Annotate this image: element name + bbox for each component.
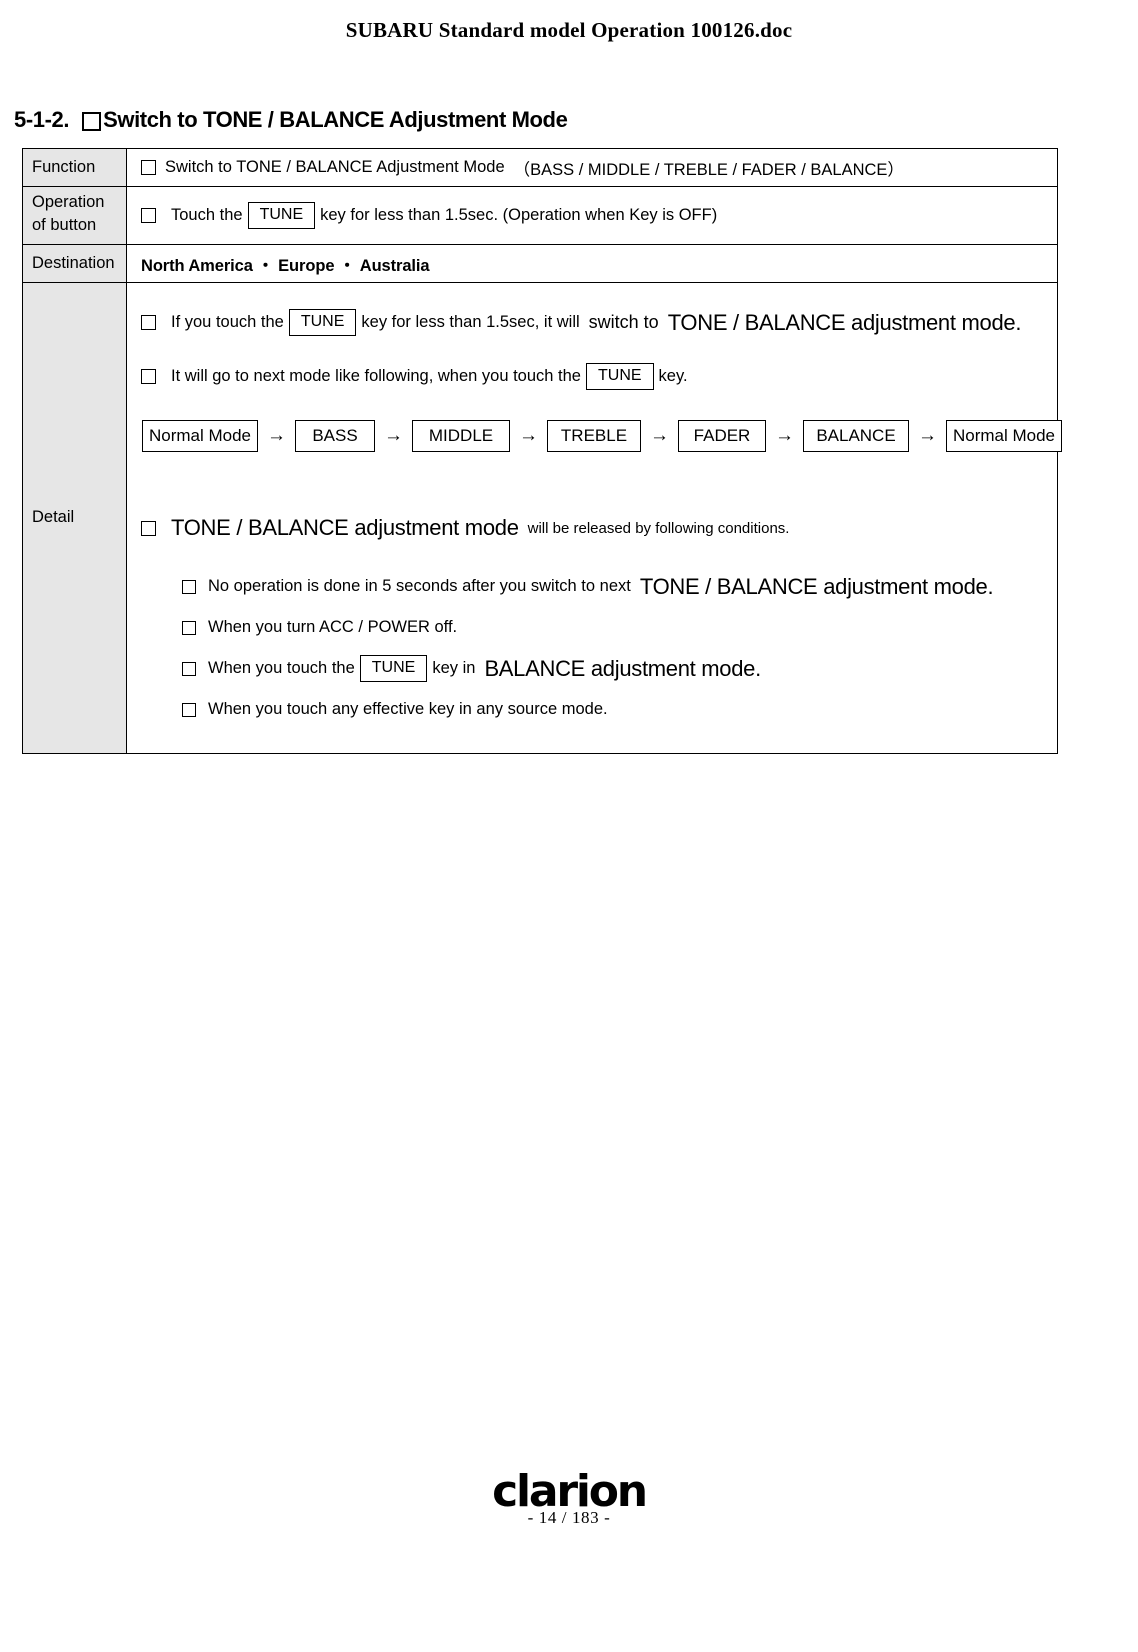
value-operation: Touch the TUNE key for less than 1.5sec.… xyxy=(126,186,1058,245)
table-row-detail: Detail If you touch the TUNE key for les… xyxy=(22,282,1062,754)
mode-flow-chain: Normal Mode → BASS → MIDDLE → TREBLE → F… xyxy=(142,420,1062,452)
function-paren: （BASS / MIDDLE / TREBLE / FADER / BALANC… xyxy=(513,160,904,179)
detail2-prefix: It will go to next mode like following, … xyxy=(171,367,581,385)
label-operation: Operation of button xyxy=(22,186,127,245)
value-function: Switch to TONE / BALANCE Adjustment Mode… xyxy=(126,148,1058,187)
arrow-icon: → xyxy=(267,424,286,446)
checkbox-icon xyxy=(182,579,196,594)
arrow-icon: → xyxy=(650,424,669,446)
spec-table: Function Switch to TONE / BALANCE Adjust… xyxy=(22,148,1062,754)
chain-node-bass: BASS xyxy=(295,420,375,452)
function-text: Switch to TONE / BALANCE Adjustment Mode xyxy=(165,158,505,176)
tune-key-box[interactable]: TUNE xyxy=(288,309,357,336)
value-destination: North America ・ Europe ・ Australia xyxy=(126,244,1058,283)
section-heading: 5-1-2. Switch to TONE / BALANCE Adjustme… xyxy=(14,107,568,133)
destination-text: North America ・ Europe ・ Australia xyxy=(141,256,430,275)
condition3-emph: BALANCE adjustment mode. xyxy=(484,655,761,681)
detail3-emph-big: TONE / BALANCE adjustment mode xyxy=(171,515,519,540)
condition4-text: When you touch any effective key in any … xyxy=(208,700,608,718)
list-item: When you touch the TUNE key in BALANCE a… xyxy=(182,648,993,689)
list-item: When you turn ACC / POWER off. xyxy=(182,607,993,648)
section-title: Switch to TONE / BALANCE Adjustment Mode xyxy=(103,107,568,132)
checkbox-icon xyxy=(82,111,102,131)
arrow-icon: → xyxy=(918,424,937,446)
condition1-emph: TONE / BALANCE adjustment mode. xyxy=(639,573,994,599)
arrow-icon: → xyxy=(519,424,538,446)
detail1-emph-big: TONE / BALANCE adjustment mode. xyxy=(667,309,1022,335)
checkbox-icon xyxy=(141,315,156,330)
operation-suffix: key for less than 1.5sec. (Operation whe… xyxy=(320,206,718,224)
checkbox-icon xyxy=(182,620,196,635)
detail-line-3: TONE / BALANCE adjustment mode will be r… xyxy=(141,515,789,541)
tune-key-box[interactable]: TUNE xyxy=(585,363,654,390)
label-function: Function xyxy=(22,148,127,187)
page-number: - 14 / 183 - xyxy=(527,1508,611,1527)
condition3-text: When you touch the xyxy=(208,659,355,677)
chain-node-normal-mode-end: Normal Mode xyxy=(946,420,1062,452)
checkbox-icon xyxy=(141,520,156,536)
condition1-text: No operation is done in 5 seconds after … xyxy=(208,577,631,595)
chain-node-balance: BALANCE xyxy=(803,420,909,452)
tune-key-box[interactable]: TUNE xyxy=(359,655,428,682)
table-row-destination: Destination North America ・ Europe ・ Aus… xyxy=(22,244,1058,283)
value-detail: If you touch the TUNE key for less than … xyxy=(126,282,1062,754)
checkbox-icon xyxy=(141,160,156,175)
operation-prefix: Touch the xyxy=(171,206,243,224)
label-operation-line1: Operation xyxy=(32,193,105,211)
label-detail: Detail xyxy=(22,282,127,754)
detail-line-1: If you touch the TUNE key for less than … xyxy=(141,309,1021,336)
detail1-mid: key for less than 1.5sec, it will xyxy=(361,313,580,331)
condition3-mid: key in xyxy=(432,659,476,677)
label-destination: Destination xyxy=(22,244,127,283)
checkbox-icon xyxy=(182,702,196,717)
detail2-suffix: key. xyxy=(658,367,688,385)
arrow-icon: → xyxy=(384,424,403,446)
checkbox-icon xyxy=(141,208,156,223)
chain-node-middle: MIDDLE xyxy=(412,420,510,452)
table-row-function: Function Switch to TONE / BALANCE Adjust… xyxy=(22,148,1058,187)
section-number: 5-1-2. xyxy=(14,107,70,132)
chain-node-fader: FADER xyxy=(678,420,766,452)
detail-body: If you touch the TUNE key for less than … xyxy=(127,283,1062,753)
chain-node-normal-mode-start: Normal Mode xyxy=(142,420,258,452)
release-conditions-list: No operation is done in 5 seconds after … xyxy=(182,566,994,730)
condition2-text: When you turn ACC / POWER off. xyxy=(208,618,458,636)
arrow-icon: → xyxy=(775,424,794,446)
list-item: No operation is done in 5 seconds after … xyxy=(182,566,994,607)
list-item: When you touch any effective key in any … xyxy=(182,689,993,730)
detail3-rest: will be released by following conditions… xyxy=(527,519,790,537)
checkbox-icon xyxy=(182,661,196,676)
page-title: SUBARU Standard model Operation 100126.d… xyxy=(345,18,793,42)
detail1-emph-small: switch to xyxy=(588,312,659,332)
chain-node-treble: TREBLE xyxy=(547,420,641,452)
detail1-prefix: If you touch the xyxy=(171,313,284,331)
label-operation-line2: of button xyxy=(32,216,97,235)
detail-line-2: It will go to next mode like following, … xyxy=(141,363,688,390)
checkbox-icon xyxy=(141,369,156,384)
tune-key-box[interactable]: TUNE xyxy=(247,202,316,229)
table-row-operation: Operation of button Touch the TUNE key f… xyxy=(22,186,1058,245)
